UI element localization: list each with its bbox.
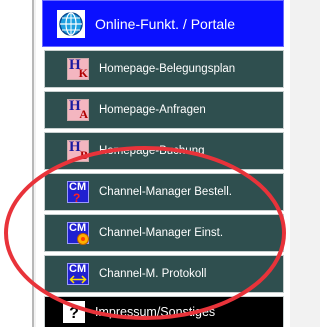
window-left-border: [0, 0, 34, 327]
menu-item-channel-manager-bestell[interactable]: CM ? Channel-Manager Bestell.: [44, 173, 284, 211]
menu-header-label: Online-Funkt. / Portale: [95, 15, 236, 32]
question-mark-icon: ?: [63, 301, 85, 323]
homepage-a-icon: HA: [67, 98, 89, 121]
menu-item-label: Homepage-Anfragen: [99, 104, 206, 116]
globe-icon: [57, 9, 85, 38]
channel-manager-protocol-icon: CM: [67, 263, 89, 285]
menu-item-homepage-anfragen[interactable]: HA Homepage-Anfragen: [44, 91, 284, 129]
menu-item-label: Homepage-Belegungsplan: [99, 63, 236, 75]
menu-item-label: Channel-M. Protokoll: [99, 268, 207, 280]
channel-manager-settings-icon: CM: [67, 222, 89, 245]
navigation-menu: Online-Funkt. / Portale HK Homepage-Bele…: [36, 0, 290, 327]
homepage-k-icon: HK: [67, 57, 89, 80]
svg-text:?: ?: [69, 305, 79, 322]
menu-item-channel-manager-einst[interactable]: CM Channel-Manager Einst.: [44, 214, 284, 252]
homepage-b-icon: HB: [67, 139, 89, 162]
menu-header-online-funktionen[interactable]: Online-Funkt. / Portale: [42, 0, 284, 47]
menu-item-label: Impressum/Sonstiges: [95, 305, 216, 319]
menu-item-label: Channel-Manager Bestell.: [99, 186, 232, 198]
menu-item-label: Channel-Manager Einst.: [99, 227, 224, 239]
channel-manager-question-icon: CM ?: [67, 181, 89, 205]
menu-item-label: Homepage-Buchung: [99, 145, 205, 157]
menu-item-channel-m-protokoll[interactable]: CM Channel-M. Protokoll: [44, 255, 284, 293]
menu-item-homepage-belegungsplan[interactable]: HK Homepage-Belegungsplan: [44, 50, 284, 88]
menu-item-impressum-sonstiges[interactable]: ? Impressum/Sonstiges: [44, 296, 284, 327]
menu-item-homepage-buchung[interactable]: HB Homepage-Buchung: [44, 132, 284, 170]
